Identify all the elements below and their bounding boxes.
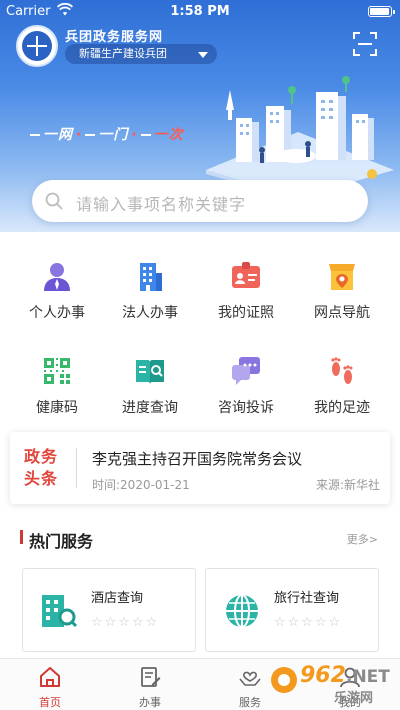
slogan-part-1: 一网 (43, 127, 73, 143)
chat-bubble-icon (232, 357, 260, 385)
search-icon (45, 192, 63, 210)
search-placeholder: 请输入事项名称关键字 (76, 195, 247, 214)
hot-service-card[interactable]: 旅行社查询 ☆☆☆☆☆ (205, 568, 379, 652)
footprints-icon (331, 357, 353, 384)
watermark-logo: 962 .NET 乐游网 (271, 663, 390, 706)
more-link[interactable]: 更多> (347, 531, 378, 547)
news-headline[interactable]: 李克强主持召开国务院常务会议 (92, 448, 302, 469)
store-location-icon (329, 264, 355, 290)
document-edit-icon (141, 667, 161, 687)
hero-banner: Carrier 1:58 PM 兵团政务服务网 新疆生产建设兵团 一网 · 一门 · 一… (0, 0, 400, 232)
section-title: 热门服务 (29, 532, 94, 551)
hot-service-card[interactable]: 酒店查询 ☆☆☆☆☆ (22, 568, 196, 652)
news-badge: 政务 头条 (24, 446, 64, 490)
tab-label: 首页 (39, 696, 61, 709)
tab-affairs[interactable]: 办事 (100, 659, 200, 710)
service-legal-entity[interactable]: 法人办事 (107, 260, 193, 340)
tab-label: 办事 (139, 696, 161, 709)
rating-stars: ☆☆☆☆☆ (91, 615, 160, 630)
news-badge-line-1: 政务 (24, 447, 59, 466)
divider (76, 448, 77, 488)
region-selector[interactable]: 新疆生产建设兵团 (65, 44, 217, 64)
app-logo (16, 25, 58, 67)
news-card[interactable]: 政务 头条 李克强主持召开国务院常务会议 时间:2020-01-21 来源:新华… (10, 432, 390, 504)
service-name: 酒店查询 (91, 591, 144, 606)
battery-icon (368, 6, 395, 17)
building-icon (140, 263, 162, 291)
watermark-subtitle: 乐游网 (334, 690, 373, 706)
clock: 1:58 PM (170, 4, 230, 19)
watermark-number: 962 (300, 663, 346, 688)
watermark-suffix: .NET (346, 667, 390, 687)
caret-down-icon (198, 52, 208, 58)
slogan-part-2: 一门 (98, 127, 129, 143)
service-label: 个人办事 (29, 305, 85, 321)
app-title: 兵团政务服务网 (65, 30, 164, 45)
service-label: 网点导航 (314, 305, 370, 321)
home-icon (40, 667, 60, 687)
service-name: 旅行社查询 (274, 591, 340, 606)
news-badge-line-2: 头条 (24, 469, 59, 488)
service-label: 法人办事 (122, 305, 178, 321)
tab-home[interactable]: 首页 (0, 659, 100, 710)
service-my-footprints[interactable]: 我的足迹 (299, 355, 385, 435)
service-personal[interactable]: 个人办事 (14, 260, 100, 340)
service-branch-navigation[interactable]: 网点导航 (299, 260, 385, 340)
section-accent-bar (20, 530, 23, 544)
search-bar[interactable]: 请输入事项名称关键字 (32, 180, 368, 222)
region-label: 新疆生产建设兵团 (79, 47, 167, 60)
globe-icon (226, 594, 258, 628)
service-label: 我的足迹 (314, 400, 370, 416)
service-progress-query[interactable]: 进度查询 (107, 355, 193, 435)
service-my-licenses[interactable]: 我的证照 (203, 260, 289, 340)
qr-code-icon (44, 358, 70, 384)
service-label: 进度查询 (122, 400, 178, 416)
status-bar: Carrier 1:58 PM (0, 0, 400, 24)
heart-hands-icon (239, 671, 261, 686)
service-consult-complaint[interactable]: 咨询投诉 (203, 355, 289, 435)
news-date: 时间:2020-01-21 (92, 478, 190, 492)
service-label: 咨询投诉 (218, 400, 274, 416)
service-health-code[interactable]: 健康码 (14, 355, 100, 435)
slogan-part-3: 一次 (153, 127, 184, 143)
rating-stars: ☆☆☆☆☆ (274, 615, 343, 630)
progress-book-icon (136, 360, 164, 384)
service-label: 我的证照 (218, 305, 274, 321)
person-icon (44, 263, 70, 291)
hotel-search-icon (42, 595, 78, 628)
scan-icon[interactable] (352, 31, 378, 57)
news-source: 来源:新华社 (315, 478, 380, 492)
id-card-icon (232, 262, 260, 288)
slogan: 一网 · 一门 · 一次 (30, 124, 184, 144)
service-label: 健康码 (36, 400, 78, 416)
